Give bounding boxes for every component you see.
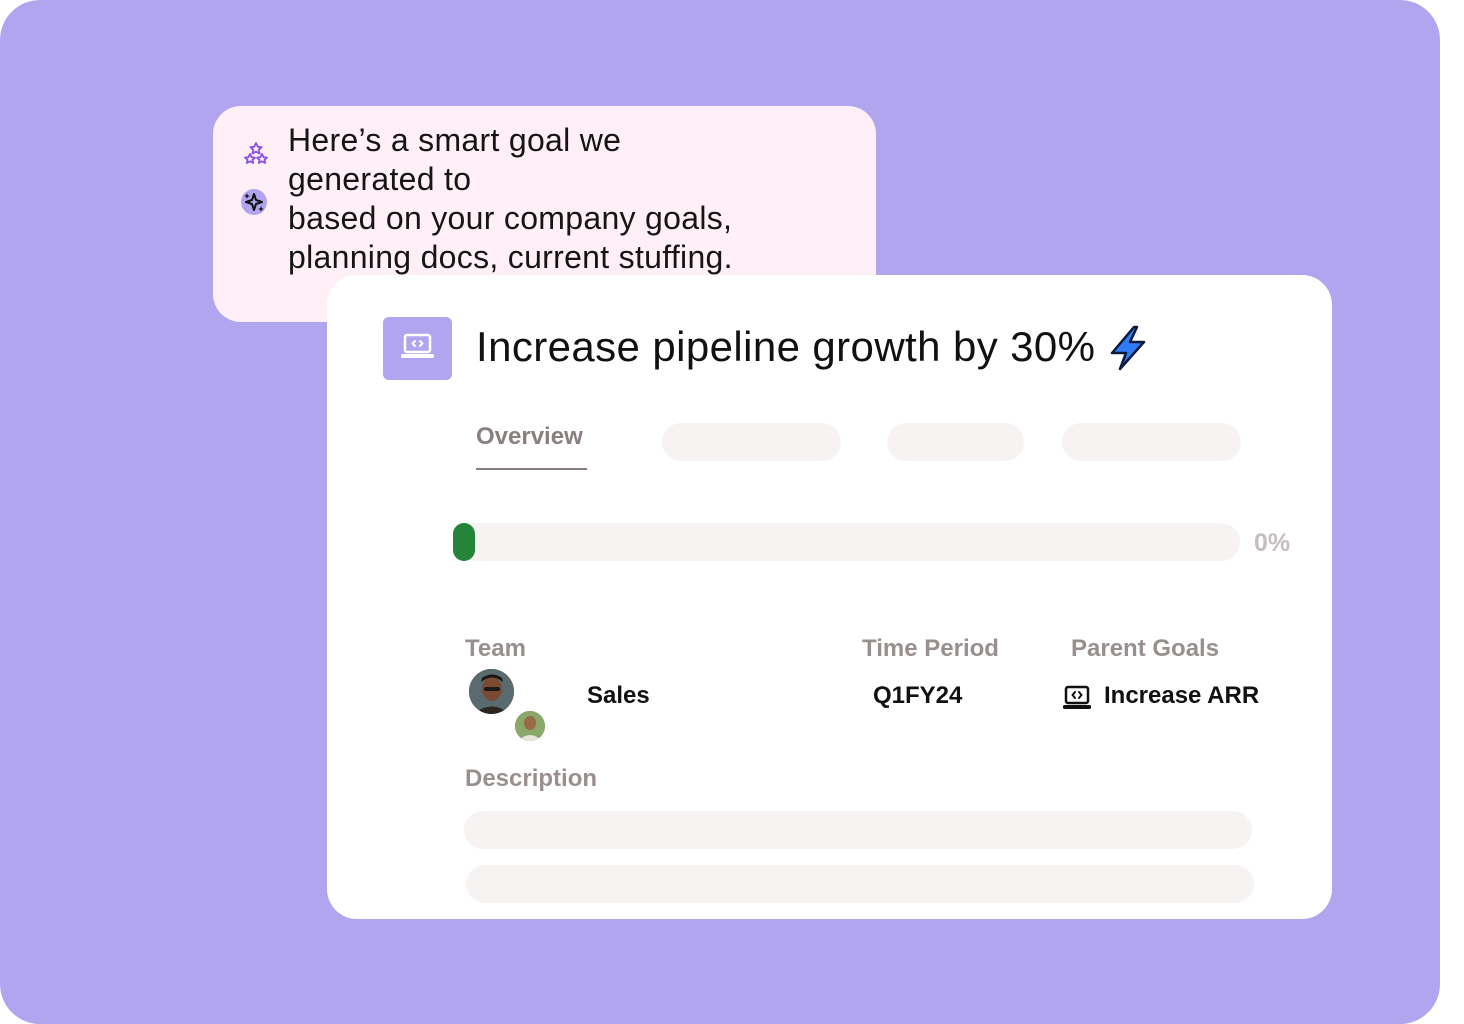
tab-placeholder[interactable] (1062, 423, 1241, 461)
parent-goal-link[interactable]: Increase ARR (1104, 681, 1259, 711)
ai-message-line: based on your company goals, (288, 200, 733, 236)
description-placeholder-line (466, 865, 1254, 903)
tab-overview[interactable]: Overview (476, 421, 583, 453)
laptop-code-icon (383, 317, 452, 380)
laptop-code-icon (1063, 685, 1091, 709)
time-period-value: Q1FY24 (873, 682, 963, 709)
ai-message-line: Here’s a smart goal we (288, 122, 622, 158)
avatar (514, 710, 546, 742)
progress-fill (453, 523, 475, 561)
progress-percent: 0% (1254, 529, 1291, 557)
parent-goals-label: Parent Goals (1071, 635, 1220, 662)
avatar (469, 669, 514, 714)
ai-stars-icon (244, 142, 268, 164)
tab-active-indicator (476, 468, 587, 470)
progress-track (453, 523, 1240, 561)
goal-title: Increase pipeline growth by 30% (476, 323, 1096, 370)
team-label: Team (465, 635, 526, 662)
time-period-label: Time Period (862, 635, 999, 662)
ai-message-text: Here’s a smart goal we generated to base… (288, 121, 848, 277)
lightning-bolt-icon (1110, 325, 1146, 371)
team-value: Sales (587, 682, 650, 709)
tab-placeholder[interactable] (662, 423, 841, 461)
description-label: Description (465, 765, 598, 792)
tab-placeholder[interactable] (887, 423, 1024, 461)
ai-message-line: planning docs, current stuffing. (288, 239, 733, 275)
ai-sparkle-icon (241, 189, 267, 215)
ai-message-line: generated to (288, 161, 472, 197)
description-placeholder-line (464, 811, 1252, 849)
